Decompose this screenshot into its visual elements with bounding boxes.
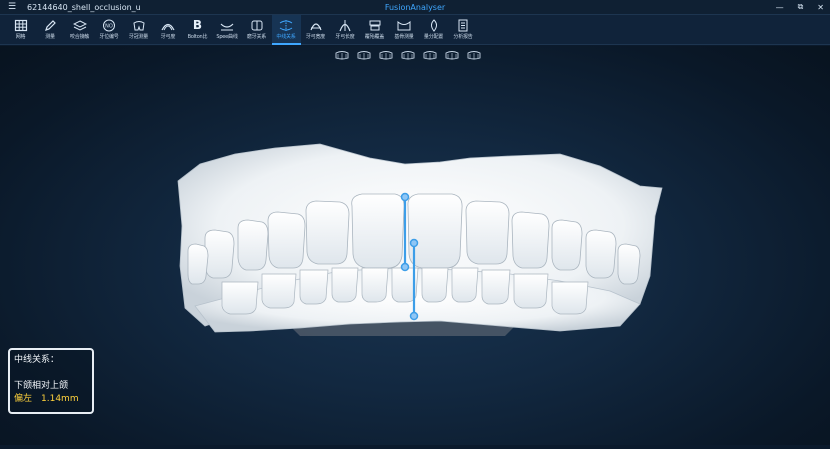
tool-label: 中线关系 bbox=[276, 34, 296, 40]
title-bar: ☰ 62144640_shell_occlusion_u FusionAnaly… bbox=[0, 0, 830, 15]
menu-icon[interactable]: ☰ bbox=[5, 2, 19, 12]
file-name: 62144640_shell_occlusion_u bbox=[27, 2, 141, 12]
view-left-icon[interactable] bbox=[400, 50, 416, 61]
tool-toothnum[interactable]: NO 牙位编号 bbox=[95, 15, 124, 45]
tool-molar[interactable]: 磨牙关系 bbox=[242, 15, 271, 45]
midline-icon bbox=[279, 20, 293, 31]
view-bottom-icon[interactable] bbox=[444, 50, 460, 61]
archlength-icon bbox=[339, 20, 351, 32]
tool-report[interactable]: 分析报告 bbox=[449, 15, 478, 45]
view-top-icon[interactable] bbox=[334, 50, 350, 61]
3d-viewport[interactable] bbox=[0, 46, 830, 445]
window-controls: — ⧉ ✕ bbox=[776, 0, 824, 14]
tool-space[interactable]: 量分配置 bbox=[419, 15, 448, 45]
tool-label: 分析报告 bbox=[453, 34, 473, 40]
bolton-b-icon: B bbox=[192, 18, 203, 32]
view-right-icon[interactable] bbox=[422, 50, 438, 61]
deviation-value: 1.14mm bbox=[41, 394, 79, 404]
view-side-icon[interactable] bbox=[466, 50, 482, 61]
layers-icon bbox=[72, 20, 87, 31]
tool-label: 牙弓度 bbox=[160, 34, 176, 40]
restore-icon[interactable]: ⧉ bbox=[798, 2, 804, 12]
view-front-icon[interactable] bbox=[378, 50, 394, 61]
toolbar: 网格 测量 咬合接触 NO 牙位编号 牙冠测量 牙弓度 B Bolton比 Spee曲线 磨牙关系 中… bbox=[0, 15, 830, 45]
archform-icon bbox=[309, 23, 322, 31]
relation-label: 下颌相对上颌 bbox=[14, 381, 69, 391]
grid-icon bbox=[14, 19, 27, 32]
tool-grid[interactable]: 网格 bbox=[6, 15, 35, 45]
tool-bolton[interactable]: B Bolton比 bbox=[183, 15, 212, 45]
spee-curve-icon bbox=[220, 23, 234, 31]
tool-archform[interactable]: 牙弓宽度 bbox=[301, 15, 330, 45]
overbite-icon bbox=[369, 20, 380, 31]
tool-label: 牙弓长度 bbox=[335, 34, 355, 40]
svg-text:NO: NO bbox=[105, 24, 113, 30]
tool-label: 测量 bbox=[45, 34, 55, 40]
tool-archlength[interactable]: 牙弓长度 bbox=[331, 15, 360, 45]
tool-label: 牙冠测量 bbox=[128, 34, 149, 40]
tool-label: 牙位编号 bbox=[99, 34, 119, 40]
tool-measure[interactable]: 测量 bbox=[36, 15, 65, 45]
no-icon: NO bbox=[103, 19, 115, 32]
tool-toothmeasure[interactable]: 牙冠测量 bbox=[124, 15, 153, 45]
tool-overbite[interactable]: 覆殆覆盖 bbox=[360, 15, 389, 45]
panel-title: 中线关系： bbox=[14, 355, 60, 365]
deviation-direction: 偏左 bbox=[14, 394, 33, 404]
tool-label: Bolton比 bbox=[187, 34, 208, 40]
midline-panel: 中线关系： 下颌相对上颌 偏左 1.14mm bbox=[8, 348, 94, 414]
dental-model-render[interactable] bbox=[0, 46, 830, 445]
tool-label: Spee曲线 bbox=[216, 34, 238, 40]
tool-label: 量分配置 bbox=[423, 34, 444, 40]
tool-midline[interactable]: 中线关系 bbox=[271, 15, 301, 45]
view-toolbar bbox=[334, 50, 482, 61]
tooth-icon bbox=[132, 21, 145, 31]
report-icon bbox=[458, 19, 468, 32]
molar-icon bbox=[251, 20, 262, 31]
arch-icon bbox=[161, 23, 175, 31]
tool-basal[interactable]: 基骨测量 bbox=[390, 15, 419, 45]
tool-label: 覆殆覆盖 bbox=[364, 34, 385, 40]
view-occlusal-icon[interactable] bbox=[356, 50, 372, 61]
tool-label: 咬合接触 bbox=[69, 34, 90, 40]
tool-label: 基骨测量 bbox=[394, 34, 414, 40]
tool-label: 磨牙关系 bbox=[246, 34, 267, 40]
basal-icon bbox=[397, 20, 411, 31]
pencil-icon bbox=[45, 20, 56, 31]
tool-label: 网格 bbox=[15, 34, 26, 40]
space-icon bbox=[430, 19, 437, 32]
tool-arch[interactable]: 牙弓度 bbox=[154, 15, 183, 45]
close-icon[interactable]: ✕ bbox=[817, 3, 824, 12]
tool-label: 牙弓宽度 bbox=[305, 34, 326, 40]
tool-occlusal[interactable]: 咬合接触 bbox=[65, 15, 94, 45]
minimize-icon[interactable]: — bbox=[776, 3, 784, 12]
tool-spee[interactable]: Spee曲线 bbox=[213, 15, 242, 45]
